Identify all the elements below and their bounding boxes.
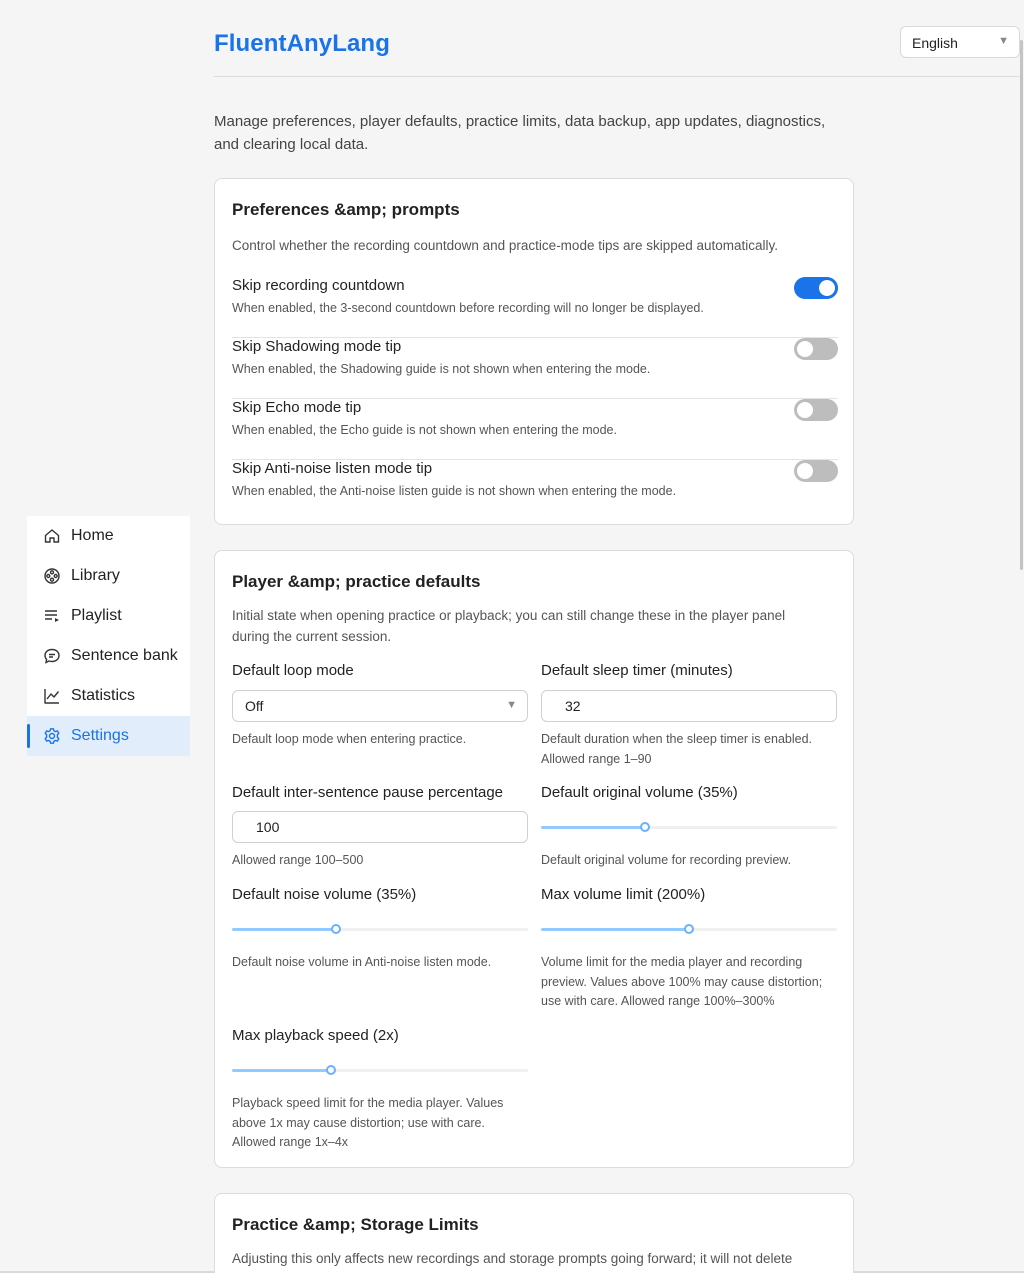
noise-volume-slider[interactable]: [232, 922, 528, 936]
line-chart-icon: [44, 689, 60, 704]
caret-down-icon: ▼: [998, 35, 1009, 47]
home-icon: [44, 529, 60, 543]
app-title: FluentAnyLang: [214, 30, 390, 57]
pref-skip-shadowing-tip: Skip Shadowing mode tip When enabled, th…: [232, 338, 838, 399]
sidebar-item-label: Statistics: [71, 687, 136, 704]
practice-limits-description: Adjusting this only affects new recordin…: [232, 1251, 793, 1266]
sidebar-item-label: Sentence bank: [71, 647, 178, 664]
preferences-title: Preferences &amp; prompts: [232, 200, 460, 219]
sidebar-item-statistics[interactable]: Statistics: [27, 676, 190, 716]
slider-fill: [232, 1069, 331, 1072]
language-select-value: English: [912, 35, 958, 51]
loop-mode-value: Off: [245, 698, 264, 714]
sidebar-item-library[interactable]: Library: [27, 556, 190, 596]
max-volume-help: Volume limit for the media player and re…: [541, 955, 823, 1008]
pref-skip-echo-tip: Skip Echo mode tip When enabled, the Ech…: [232, 399, 838, 460]
sidebar-item-label: Home: [71, 527, 114, 544]
slider-handle[interactable]: [325, 1065, 336, 1075]
preferences-card: Preferences &amp; prompts Control whethe…: [214, 178, 854, 525]
sidebar-item-playlist[interactable]: Playlist: [27, 596, 190, 636]
pause-percentage-input[interactable]: 100: [232, 811, 528, 843]
pref-help: When enabled, the Echo guide is not show…: [232, 423, 617, 437]
max-speed-label: Max playback speed (2x): [232, 1027, 399, 1044]
sleep-timer-help: Default duration when the sleep timer is…: [541, 732, 812, 766]
max-volume-label: Max volume limit (200%): [541, 886, 706, 903]
pref-help: When enabled, the Shadowing guide is not…: [232, 362, 651, 376]
practice-limits-card: Practice &amp; Storage Limits Adjusting …: [214, 1193, 854, 1273]
toggle-skip-countdown[interactable]: [794, 277, 838, 299]
toggle-skip-echo-tip[interactable]: [794, 399, 838, 421]
toggle-skip-shadowing-tip[interactable]: [794, 338, 838, 360]
scrollbar-thumb[interactable]: [1020, 40, 1023, 570]
pref-skip-anti-noise-tip: Skip Anti-noise listen mode tip When ena…: [232, 460, 838, 521]
toggle-skip-anti-noise-tip[interactable]: [794, 460, 838, 482]
slider-handle[interactable]: [684, 924, 694, 934]
practice-limits-title: Practice &amp; Storage Limits: [232, 1215, 479, 1234]
loop-mode-select[interactable]: Off ▼: [232, 690, 528, 722]
sidebar-item-label: Library: [71, 567, 120, 584]
film-reel-icon: [44, 568, 60, 584]
slider-fill: [541, 826, 645, 829]
app-header: FluentAnyLang English ▼: [214, 24, 1020, 77]
toggle-knob: [797, 463, 813, 479]
chat-bubble-icon: [44, 648, 60, 664]
page-scrollbar[interactable]: [1018, 0, 1024, 1273]
loop-mode-help: Default loop mode when entering practice…: [232, 732, 467, 746]
sidebar-item-label: Settings: [71, 727, 129, 744]
pause-percentage-value: 100: [256, 819, 280, 835]
toggle-knob: [819, 280, 835, 296]
pref-help: When enabled, the Anti-noise listen guid…: [232, 484, 677, 498]
language-select[interactable]: English ▼: [900, 26, 1020, 58]
pause-percentage-label: Default inter-sentence pause percentage: [232, 784, 504, 801]
pref-skip-countdown: Skip recording countdown When enabled, t…: [232, 277, 838, 338]
pref-label: Skip Echo mode tip: [232, 399, 362, 416]
sleep-timer-value: 32: [565, 698, 581, 714]
noise-volume-label: Default noise volume (35%): [232, 886, 417, 903]
playlist-icon: [45, 610, 59, 622]
pref-label: Skip Shadowing mode tip: [232, 338, 402, 355]
slider-handle[interactable]: [330, 924, 341, 934]
noise-volume-help: Default noise volume in Anti-noise liste…: [232, 955, 492, 969]
max-volume-slider[interactable]: [541, 922, 837, 936]
pause-percentage-help: Allowed range 100–500: [232, 853, 364, 867]
original-volume-help: Default original volume for recording pr…: [541, 853, 792, 867]
sidebar-nav: Home Library Playlist Sentence bank Stat…: [27, 516, 190, 756]
sidebar-item-label: Playlist: [71, 607, 122, 624]
max-speed-slider[interactable]: [232, 1063, 528, 1077]
player-defaults-title: Player &amp; practice defaults: [232, 572, 481, 591]
loop-mode-label: Default loop mode: [232, 662, 354, 679]
sleep-timer-input[interactable]: 32: [541, 690, 837, 722]
original-volume-slider[interactable]: [541, 820, 837, 834]
player-defaults-card: Player &amp; practice defaults Initial s…: [214, 550, 854, 1168]
sidebar-item-sentence-bank[interactable]: Sentence bank: [27, 636, 190, 676]
slider-fill: [232, 928, 336, 931]
slider-handle[interactable]: [639, 822, 650, 832]
toggle-knob: [797, 402, 813, 418]
sleep-timer-label: Default sleep timer (minutes): [541, 662, 733, 679]
slider-fill: [541, 928, 689, 931]
gear-icon: [44, 728, 60, 744]
sidebar-item-settings[interactable]: Settings: [27, 716, 190, 756]
toggle-knob: [797, 341, 813, 357]
pref-label: Skip Anti-noise listen mode tip: [232, 460, 433, 477]
pref-label: Skip recording countdown: [232, 277, 405, 294]
player-defaults-description: Initial state when opening practice or p…: [232, 608, 786, 644]
caret-down-icon: ▼: [506, 699, 517, 711]
max-speed-help: Playback speed limit for the media playe…: [232, 1096, 504, 1149]
preferences-description: Control whether the recording countdown …: [232, 238, 779, 253]
settings-intro: Manage preferences, player defaults, pra…: [214, 113, 826, 153]
sidebar-item-home[interactable]: Home: [27, 516, 190, 556]
original-volume-label: Default original volume (35%): [541, 784, 738, 801]
pref-help: When enabled, the 3-second countdown bef…: [232, 301, 704, 315]
